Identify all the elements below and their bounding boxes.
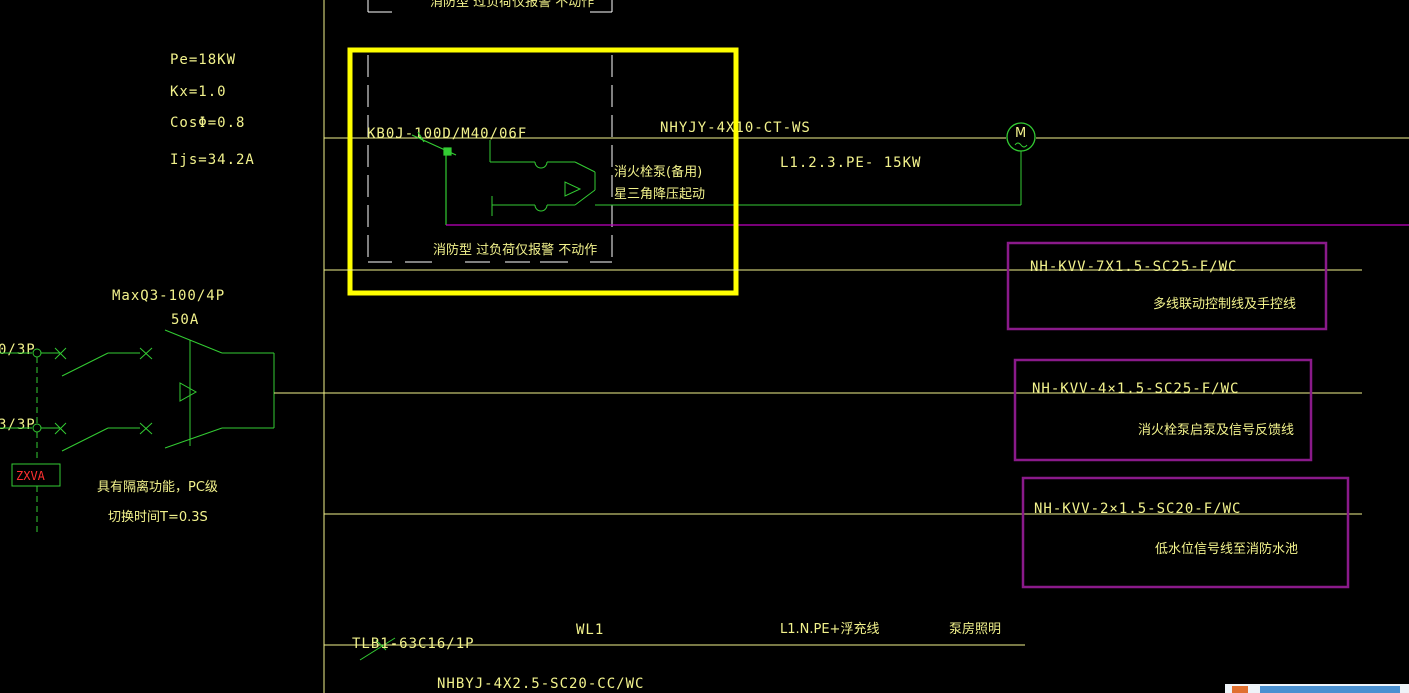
breaker-symbol xyxy=(411,131,457,225)
pump-name: 消火栓泵(备用) xyxy=(614,164,702,180)
watermark-partial xyxy=(1225,684,1409,693)
param-kx: Kx=1.0 xyxy=(170,84,227,100)
zxva-label: ZXVA xyxy=(16,469,46,483)
star-delta-contacts xyxy=(489,140,1022,216)
top-partial-frame: 消防型 过负荷仅报警 不动作 xyxy=(367,0,613,13)
top-note-text: 消防型 过负荷仅报警 不动作 xyxy=(430,0,594,10)
source-label-1: 0/3P xyxy=(0,342,36,358)
ats-feature: 具有隔离功能，PC级 xyxy=(97,479,218,495)
control-desc-2: 消火栓泵启泵及信号反馈线 xyxy=(1138,423,1294,438)
ats-model: MaxQ3-100/4P xyxy=(112,288,225,304)
control-box-3[interactable] xyxy=(1021,476,1350,589)
pump-phase: L1.2.3.PE- 15KW xyxy=(780,155,921,171)
lighting-cable: NHBYJ-4X2.5-SC20-CC/WC xyxy=(437,676,644,692)
ats-current: 50A xyxy=(171,312,199,328)
schematic-canvas: 消防型 过负荷仅报警 不动作 Pe=18KW Kx=1.0 CosΦ=0.8 I… xyxy=(0,0,1409,693)
param-ijs: Ijs=34.2A xyxy=(170,152,255,168)
pump-start-method: 星三角降压起动 xyxy=(614,187,705,202)
control-cable-1: NH-KVV-7X1.5-SC25-F/WC xyxy=(1030,259,1237,275)
control-box-2[interactable] xyxy=(1013,358,1313,462)
lighting-phase: L1.N.PE+浮充线 xyxy=(780,621,879,637)
control-desc-3: 低水位信号线至消防水池 xyxy=(1155,541,1298,557)
breaker-model: KB0J-100D/M40/06F xyxy=(367,126,527,142)
param-pe: Pe=18KW xyxy=(170,52,236,68)
ats-switch-time: 切换时间T=0.3S xyxy=(108,510,208,525)
control-box-1[interactable] xyxy=(1006,241,1328,331)
overload-note: 消防型 过负荷仅报警 不动作 xyxy=(433,242,597,258)
lighting-breaker: TLB1-63C16/1P xyxy=(352,636,475,652)
control-desc-1: 多线联动控制线及手控线 xyxy=(1153,296,1296,312)
motor-symbol: M xyxy=(1006,122,1036,152)
lighting-desc: 泵房照明 xyxy=(949,621,1001,637)
param-cos: CosΦ=0.8 xyxy=(170,115,245,131)
lighting-circuit: WL1 xyxy=(576,622,604,638)
ats-symbol xyxy=(0,329,275,535)
source-label-2: 3/3P xyxy=(0,417,36,433)
motor-label: M xyxy=(1015,126,1026,141)
control-cable-3: NH-KVV-2×1.5-SC20-F/WC xyxy=(1034,501,1241,517)
control-cable-2: NH-KVV-4×1.5-SC25-F/WC xyxy=(1032,381,1239,397)
